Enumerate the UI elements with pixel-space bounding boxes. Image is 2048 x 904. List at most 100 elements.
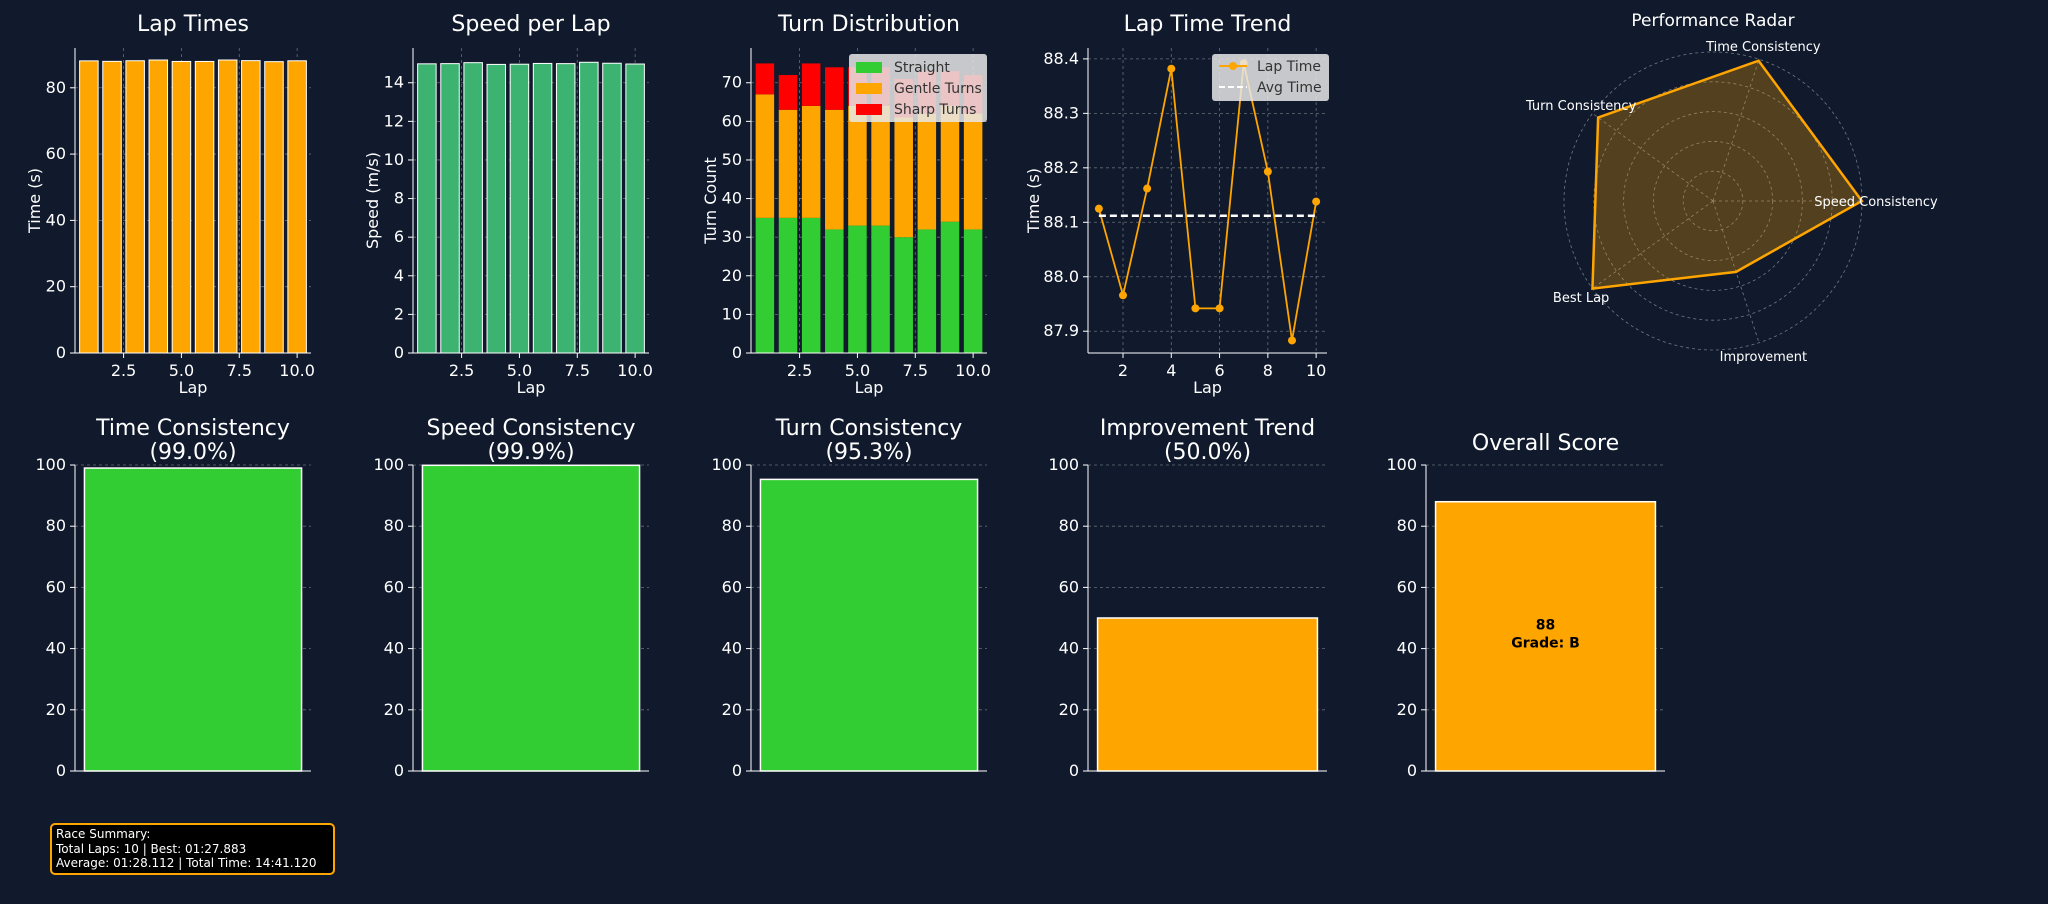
summary-heading: Race Summary: (56, 827, 151, 841)
y-tick-label: 80 (46, 78, 66, 97)
y-tick-label: 4 (394, 266, 404, 285)
y-tick-label: 80 (1059, 516, 1079, 535)
metric-turn-consistency: 0 20 40 60 80 100 Turn Consistency(95.3%) (711, 416, 987, 780)
radar-axis-label: Improvement (1720, 350, 1807, 365)
chart-title: Overall Score (1472, 431, 1619, 456)
stacked-bar-segment (825, 109, 844, 230)
metric-bar (83, 467, 303, 772)
bar (125, 60, 145, 354)
y-tick-label: 88.3 (1043, 103, 1079, 122)
chart-turn-distribution: 0 10 20 30 40 50 60 70 Straight Gentle Turns Sharp… (701, 12, 991, 397)
y-tick-label: 40 (1059, 639, 1079, 658)
legend-label: Straight (894, 60, 950, 76)
x-tick-label: 10 (1306, 361, 1326, 380)
chart-title: Performance Radar (1631, 11, 1794, 31)
y-axis-label: Time (s) (1024, 168, 1043, 234)
bar (171, 60, 192, 354)
y-tick-label: 0 (732, 343, 742, 362)
stacked-bar-segment (825, 229, 844, 353)
y-tick-label: 30 (722, 227, 742, 246)
metric-bar (1096, 617, 1319, 772)
y-axis-label: Turn Count (701, 157, 720, 245)
x-tick-label: 10.0 (617, 361, 653, 380)
y-tick-label: 12 (384, 111, 404, 130)
y-tick-label: 60 (722, 111, 742, 130)
y-tick-label: 60 (1397, 577, 1417, 596)
x-axis-label: Lap (1193, 378, 1222, 397)
y-tick-label: 0 (732, 761, 742, 780)
y-tick-label: 0 (56, 343, 66, 362)
chart-title: Turn Consistency (775, 416, 963, 441)
bar (625, 63, 645, 354)
chart-subtitle: (50.0%) (1164, 440, 1251, 465)
bar (102, 60, 122, 354)
lap-time-point (1215, 304, 1224, 313)
y-tick-label: 100 (35, 455, 66, 474)
y-tick-label: 80 (722, 516, 742, 535)
bar (417, 63, 437, 354)
y-tick-label: 88.0 (1043, 267, 1079, 286)
y-tick-label: 20 (1397, 700, 1417, 719)
stacked-bar-segment (755, 63, 775, 95)
x-tick-label: 2.5 (787, 361, 812, 380)
x-tick-label: 7.5 (903, 361, 928, 380)
x-axis-label: Lap (855, 378, 884, 397)
metric-overall-score: 0 20 40 60 80 100 88 Grade: B Overall Score (1386, 431, 1665, 780)
x-tick-label: 2.5 (449, 361, 474, 380)
stacked-bar-segment (848, 225, 867, 353)
bar (463, 62, 483, 354)
y-tick-label: 0 (394, 343, 404, 362)
stacked-bar-segment (894, 117, 913, 238)
stacked-bar-segment (871, 225, 890, 353)
y-tick-label: 100 (1048, 455, 1079, 474)
x-tick-label: 2.5 (111, 361, 136, 380)
bar (440, 63, 460, 354)
lap-time-point (1143, 184, 1152, 193)
y-tick-label: 14 (384, 73, 404, 92)
lap-time-point (1094, 204, 1103, 213)
chart-title: Lap Times (137, 12, 249, 37)
bar (148, 59, 169, 354)
stacked-bar-segment (894, 237, 913, 353)
stacked-bar-segment (917, 229, 937, 353)
stacked-bar-segment (755, 217, 775, 353)
chart-lap-times: 0204060802.5 5.0 7.5 10.0Lap TimesLapTime (… (25, 12, 315, 397)
chart-subtitle: (95.3%) (825, 440, 912, 465)
x-tick-label: 4 (1166, 361, 1176, 380)
chart-subtitle: (99.0%) (149, 440, 236, 465)
x-tick-label: 7.5 (227, 361, 252, 380)
y-axis-label: Time (s) (25, 168, 44, 234)
legend-marker (1229, 62, 1237, 70)
y-tick-label: 50 (722, 150, 742, 169)
lap-time-point (1119, 291, 1128, 300)
metric-bar (421, 464, 641, 772)
metric-time-consistency: 0 20 40 60 80 100 Time Consistency(99.0%) (35, 416, 311, 780)
chart-title: Turn Distribution (777, 12, 960, 37)
chart-title: Speed Consistency (427, 416, 636, 441)
radar-axis-label: Turn Consistency (1525, 99, 1637, 114)
chart-title: Lap Time Trend (1124, 12, 1292, 37)
y-tick-label: 0 (394, 761, 404, 780)
stacked-bar-segment (940, 221, 960, 353)
y-tick-label: 80 (1397, 516, 1417, 535)
y-tick-label: 60 (46, 577, 66, 596)
y-tick-label: 40 (1397, 639, 1417, 658)
chart-speed-per-lap: 024681012142.5 5.0 7.5 10.0Speed per LapLap… (363, 12, 653, 397)
chart-subtitle: (99.9%) (487, 440, 574, 465)
x-tick-label: 10.0 (279, 361, 315, 380)
chart-lap-time-trend: 87.9 88.0 88.1 88.2 88.3 88.4 Lap Time Avg Time… (1024, 12, 1329, 397)
y-tick-label: 88.1 (1043, 212, 1079, 231)
y-tick-label: 40 (722, 639, 742, 658)
stacked-bar-segment (825, 67, 844, 110)
bar (264, 61, 284, 354)
legend-swatch (856, 104, 882, 115)
y-tick-label: 20 (384, 700, 404, 719)
y-tick-label: 40 (722, 189, 742, 208)
y-tick-label: 80 (46, 516, 66, 535)
race-summary-box: Race Summary: Total Laps: 10 | Best: 01:… (50, 823, 335, 875)
stacked-bar-segment (801, 63, 821, 106)
y-tick-label: 20 (1059, 700, 1079, 719)
stacked-bar-segment (778, 109, 798, 218)
stacked-bar-segment (871, 105, 890, 226)
y-tick-label: 20 (722, 266, 742, 285)
